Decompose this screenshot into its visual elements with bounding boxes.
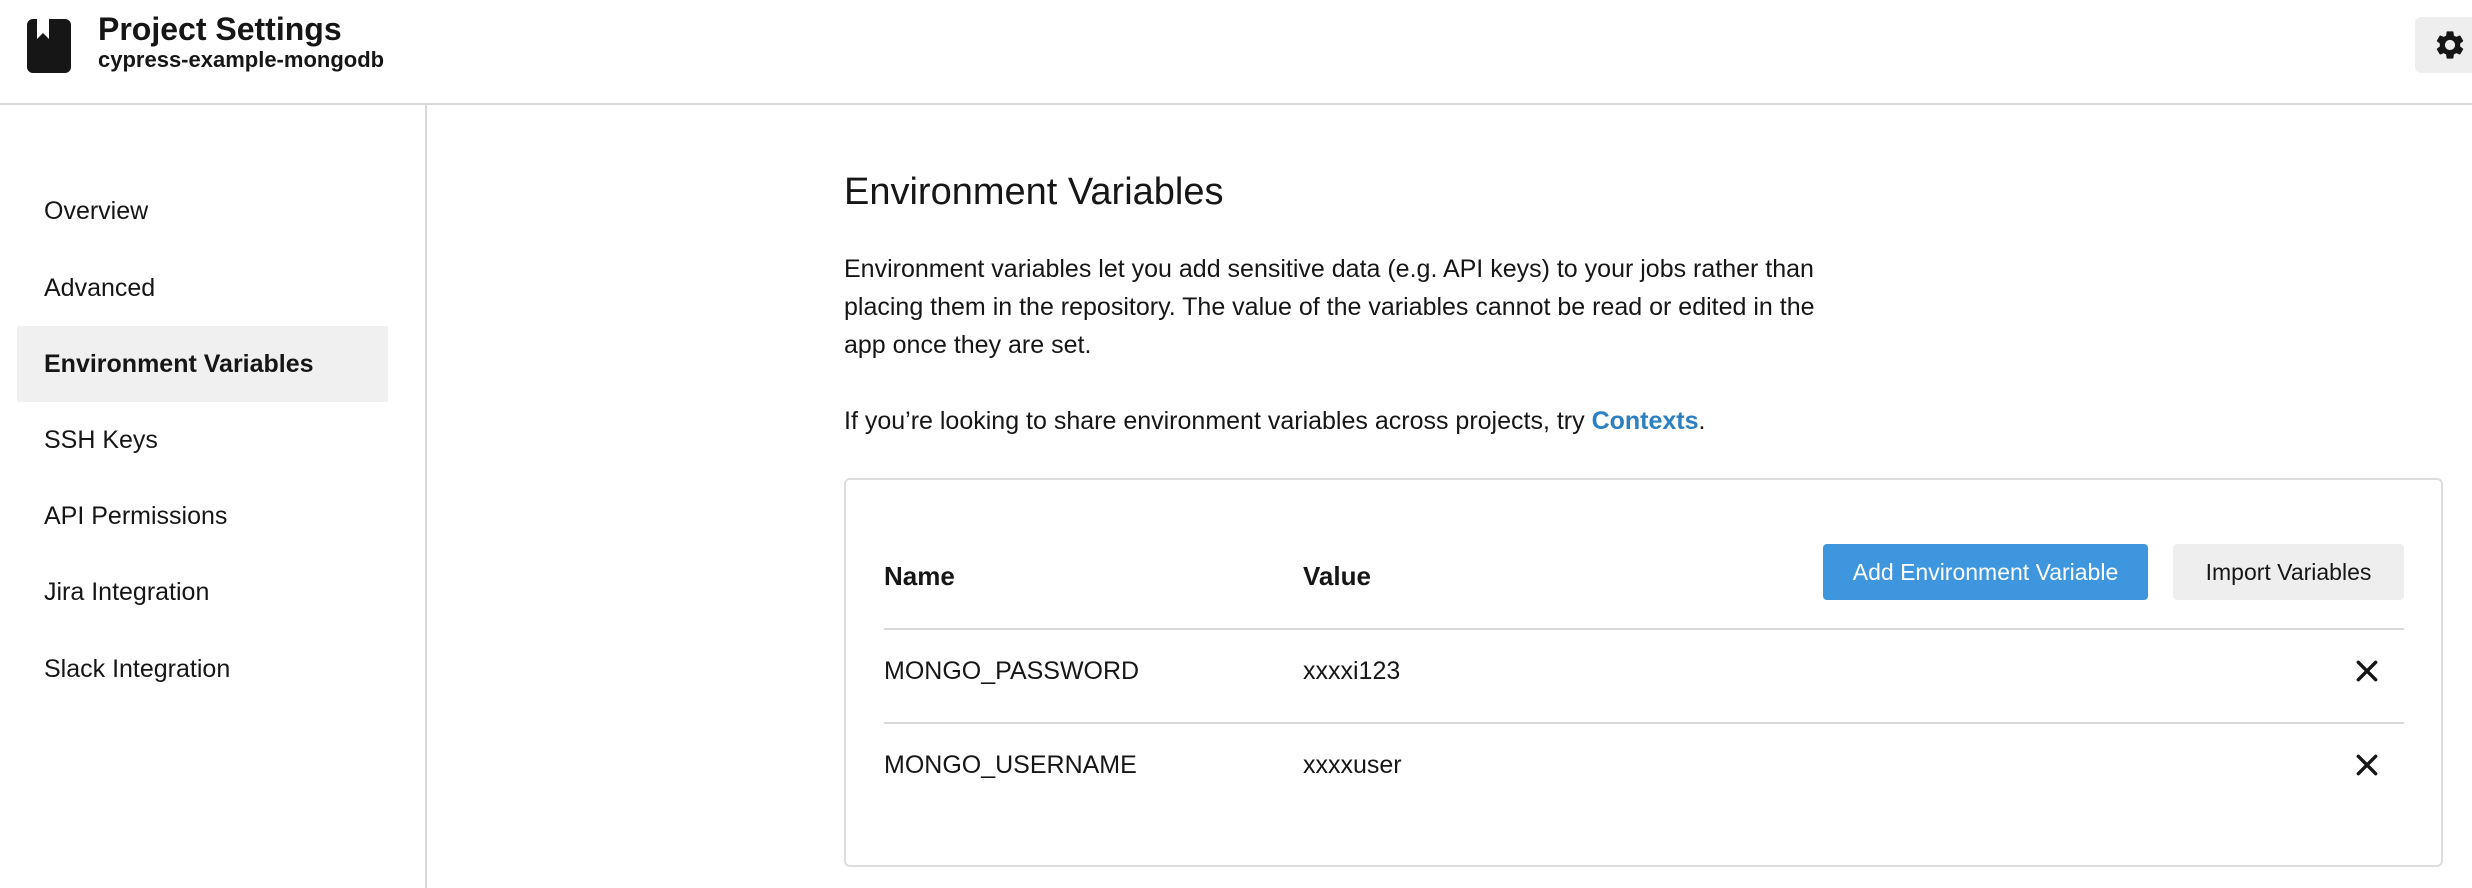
add-environment-variable-button[interactable]: Add Environment Variable bbox=[1823, 544, 2148, 600]
delete-variable-button[interactable] bbox=[2349, 747, 2385, 783]
gear-icon bbox=[2436, 31, 2464, 59]
sidebar-item-overview[interactable]: Overview bbox=[17, 173, 388, 249]
delete-variable-button[interactable] bbox=[2349, 653, 2385, 689]
sidebar-item-advanced[interactable]: Advanced bbox=[17, 250, 388, 326]
settings-button[interactable] bbox=[2415, 17, 2472, 73]
close-icon bbox=[2356, 754, 2378, 776]
settings-sidebar: Overview Advanced Environment Variables … bbox=[0, 105, 427, 888]
sidebar-item-jira-integration[interactable]: Jira Integration bbox=[17, 554, 388, 630]
column-header-name: Name bbox=[884, 561, 955, 591]
contexts-link[interactable]: Contexts bbox=[1592, 407, 1699, 435]
page-title: Environment Variables bbox=[844, 171, 1224, 213]
main-content: Environment Variables Environment variab… bbox=[844, 105, 2444, 888]
column-header-value: Value bbox=[1303, 561, 1371, 591]
sidebar-item-environment-variables[interactable]: Environment Variables bbox=[17, 326, 388, 402]
project-name: cypress-example-mongodb bbox=[98, 47, 385, 72]
close-icon bbox=[2356, 660, 2378, 682]
page-header-title: Project Settings bbox=[98, 11, 342, 47]
app-header: Project Settings cypress-example-mongodb bbox=[0, 0, 2472, 105]
sidebar-item-slack-integration[interactable]: Slack Integration bbox=[17, 631, 388, 707]
env-variables-card: Name Value Add Environment Variable Impo… bbox=[844, 478, 2443, 867]
bookmark-book-icon bbox=[27, 19, 71, 73]
contexts-hint-prefix: If you’re looking to share environment v… bbox=[844, 407, 1592, 435]
variable-value: xxxxi123 bbox=[1303, 657, 1401, 685]
contexts-hint: If you’re looking to share environment v… bbox=[844, 402, 1705, 440]
description-text: Environment variables let you add sensit… bbox=[844, 255, 1815, 359]
variable-name: MONGO_USERNAME bbox=[884, 751, 1137, 779]
sidebar-item-api-permissions[interactable]: API Permissions bbox=[17, 478, 388, 554]
row-divider bbox=[884, 722, 2404, 724]
variable-name: MONGO_PASSWORD bbox=[884, 657, 1140, 685]
variable-value: xxxxuser bbox=[1303, 751, 1402, 779]
row-divider bbox=[884, 628, 2404, 630]
sidebar-item-ssh-keys[interactable]: SSH Keys bbox=[17, 402, 388, 478]
contexts-hint-suffix: . bbox=[1698, 407, 1706, 435]
import-variables-button[interactable]: Import Variables bbox=[2173, 544, 2404, 600]
